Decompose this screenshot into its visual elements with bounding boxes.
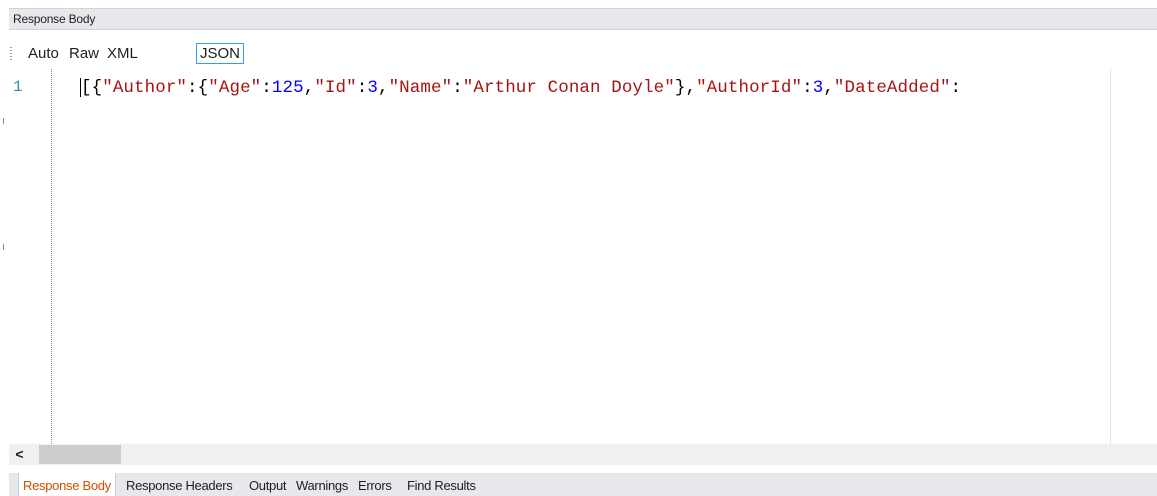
json-token-punct: :: [950, 78, 962, 98]
auto-button[interactable]: Auto: [25, 43, 62, 64]
panel-title: Response Body: [13, 12, 96, 26]
json-token-str: "Arthur Conan Doyle": [462, 78, 675, 98]
json-token-key: "Author": [102, 78, 188, 98]
json-token-punct: ,: [823, 78, 834, 98]
xml-button[interactable]: XML: [104, 43, 141, 64]
response-body-panel: Response Body Auto Raw XML JSON 1 [{"Aut…: [0, 0, 1157, 496]
tab-errors[interactable]: Errors: [354, 476, 396, 496]
json-token-punct: :: [802, 78, 813, 98]
json-token-key: "Age": [208, 78, 262, 98]
json-token-key: "DateAdded": [833, 78, 951, 98]
code-line[interactable]: [{"Author":{"Age":125,"Id":3,"Name":"Art…: [81, 78, 961, 98]
json-token-num: 125: [271, 78, 304, 98]
dock-tick-mark: [3, 118, 4, 124]
json-token-num: 3: [367, 78, 378, 98]
json-token-punct: :: [261, 78, 272, 98]
toolbar-grip-icon[interactable]: [10, 47, 12, 60]
scrollbar-thumb[interactable]: [39, 445, 121, 464]
raw-button[interactable]: Raw: [66, 43, 102, 64]
left-dock-edge: [0, 0, 9, 496]
json-token-punct: :{: [187, 78, 209, 98]
bottom-tabstrip: Response Body Response Headers Output Wa…: [9, 473, 1157, 496]
json-token-punct: [{: [81, 78, 103, 98]
gutter-divider: [51, 69, 52, 444]
tab-output[interactable]: Output: [245, 476, 290, 496]
format-toolbar: Auto Raw XML JSON: [9, 41, 1157, 67]
json-token-punct: ,: [303, 78, 315, 98]
json-token-key: "Id": [314, 78, 357, 98]
json-token-punct: ,: [377, 78, 389, 98]
scroll-left-arrow-icon[interactable]: <: [9, 444, 30, 465]
json-token-num: 3: [812, 78, 824, 98]
json-token-key: "Name": [388, 78, 453, 98]
json-token-punct: :: [452, 78, 463, 98]
line-number: 1: [13, 78, 23, 96]
json-button[interactable]: JSON: [196, 43, 245, 64]
panel-titlebar: Response Body: [9, 8, 1157, 30]
tab-response-headers[interactable]: Response Headers: [122, 476, 237, 496]
dock-tick-mark: [3, 244, 4, 250]
horizontal-scrollbar[interactable]: <: [9, 444, 1157, 465]
editor-right-border: [1110, 69, 1111, 444]
json-token-key: "AuthorId": [696, 78, 803, 98]
tab-find-results[interactable]: Find Results: [403, 476, 480, 496]
tab-response-body[interactable]: Response Body: [18, 473, 116, 496]
json-token-punct: :: [356, 78, 368, 98]
tab-warnings[interactable]: Warnings: [292, 476, 352, 496]
json-token-punct: },: [674, 78, 697, 98]
code-editor[interactable]: 1 [{"Author":{"Age":125,"Id":3,"Name":"A…: [9, 69, 1157, 444]
